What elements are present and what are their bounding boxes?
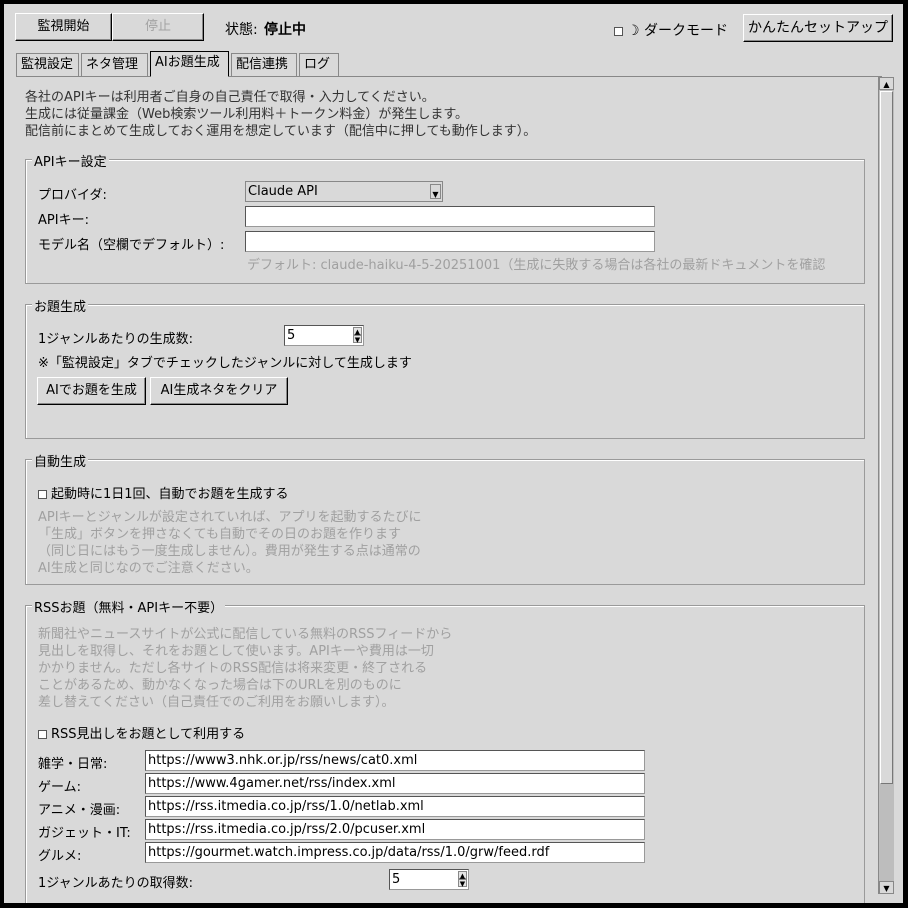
feed-label-gadget: ガジェット・IT: [38, 826, 131, 841]
stop-button[interactable]: 停止 [112, 13, 204, 41]
chevron-down-icon[interactable]: ▼ [430, 184, 441, 199]
tab-monitoring[interactable]: 監視設定 [16, 53, 79, 76]
topic-generation-title: お題生成 [32, 296, 89, 315]
model-label: モデル名（空欄でデフォルト）: [38, 238, 225, 253]
auto-generate-label: 起動時に1日1回、自動でお題を生成する [51, 487, 289, 502]
default-model-hint: デフォルト: claude-haiku-4-5-20251001（生成に失敗する… [247, 258, 826, 273]
feed-label-gourmet: グルメ: [38, 849, 82, 864]
spin-up-icon[interactable]: ▲ [458, 871, 467, 880]
scroll-up-icon[interactable]: ▲ [879, 77, 894, 90]
tab-streaming[interactable]: 配信連携 [231, 53, 297, 76]
app-window: 監視開始 停止 状態: 停止中 ☽ ダークモード かんたんセットアップ 監視設定… [4, 4, 903, 903]
api-key-label: APIキー: [38, 213, 89, 228]
notice-line-1: 各社のAPIキーは利用者ご自身の自己責任で取得・入力してください。 [25, 90, 435, 105]
rss-enable-checkbox[interactable] [38, 730, 47, 739]
dark-mode-toggle[interactable]: ☽ ダークモード [614, 20, 728, 40]
spin-down-icon[interactable]: ▼ [458, 879, 467, 888]
generation-count-value: 5 [287, 328, 296, 343]
spin-up-icon[interactable]: ▲ [353, 327, 362, 336]
auto-generate-toggle[interactable]: 起動時に1日1回、自動でお題を生成する [38, 483, 289, 502]
generation-note: ※「監視設定」タブでチェックしたジャンルに対して生成します [38, 356, 412, 371]
notice-line-2: 生成には従量課金（Web検索ツール利用料＋トークン料金）が発生します。 [25, 107, 469, 122]
tab-material[interactable]: ネタ管理 [81, 53, 148, 76]
api-settings-group: APIキー設定 プロバイダ: Claude API ▼ APIキー: モデル名（… [25, 151, 865, 284]
status-value: 停止中 [264, 22, 306, 38]
api-settings-title: APIキー設定 [32, 151, 109, 170]
model-input[interactable] [245, 231, 655, 252]
tab-log[interactable]: ログ [299, 53, 339, 76]
tab-divider [16, 76, 882, 77]
feed-label-game: ゲーム: [38, 780, 81, 795]
spin-arrows[interactable]: ▲ ▼ [353, 327, 362, 344]
auto-generation-group: 自動生成 起動時に1日1回、自動でお題を生成する APIキーとジャンルが設定され… [25, 451, 865, 585]
rss-enable-toggle[interactable]: RSS見出しをお題として利用する [38, 723, 245, 742]
generation-count-label: 1ジャンルあたりの生成数: [38, 332, 194, 347]
dark-mode-label: ダークモード [644, 23, 729, 39]
topic-generation-group: お題生成 1ジャンルあたりの生成数: 5 ▲ ▼ ※「監視設定」タブでチェックした… [25, 296, 865, 439]
feed-url-gourmet[interactable]: https://gourmet.watch.impress.co.jp/data… [145, 842, 645, 863]
fetch-count-label: 1ジャンルあたりの取得数: [38, 876, 194, 891]
dark-mode-checkbox[interactable] [614, 26, 623, 36]
start-monitoring-button[interactable]: 監視開始 [15, 13, 112, 41]
scrollbar-thumb[interactable] [880, 91, 893, 784]
rss-enable-label: RSS見出しをお題として利用する [51, 727, 246, 742]
tab-ai-topics[interactable]: AIお題生成 [150, 51, 229, 77]
clear-ai-topics-button[interactable]: AI生成ネタをクリア [150, 377, 288, 405]
auto-generation-title: 自動生成 [32, 451, 89, 470]
fetch-count-value: 5 [392, 872, 401, 887]
feed-url-trivia[interactable]: https://www3.nhk.or.jp/rss/news/cat0.xml [145, 750, 645, 771]
moon-icon: ☽ [627, 23, 640, 39]
auto-generate-checkbox[interactable] [38, 490, 47, 499]
rss-hint: 新聞社やニュースサイトが公式に配信している無料のRSSフィードから 見出しを取得… [38, 627, 453, 710]
spin-arrows[interactable]: ▲ ▼ [458, 871, 467, 888]
generation-count-spinbox[interactable]: 5 ▲ ▼ [284, 325, 364, 346]
provider-value: Claude API [248, 184, 318, 199]
generate-topics-button[interactable]: AIでお題を生成 [37, 377, 146, 405]
status-label: 状態: [225, 22, 258, 38]
feed-url-game[interactable]: https://www.4gamer.net/rss/index.xml [145, 773, 645, 794]
feed-label-trivia: 雑学・日常: [38, 757, 108, 772]
api-key-input[interactable] [245, 206, 655, 227]
fetch-count-spinbox[interactable]: 5 ▲ ▼ [389, 869, 469, 890]
easy-setup-button[interactable]: かんたんセットアップ [743, 14, 893, 42]
rss-title: RSSお題（無料・APIキー不要） [32, 597, 226, 616]
feed-url-gadget[interactable]: https://rss.itmedia.co.jp/rss/2.0/pcuser… [145, 819, 645, 840]
scroll-down-icon[interactable]: ▼ [879, 881, 894, 894]
notice-line-3: 配信前にまとめて生成しておく運用を想定しています（配信中に押しても動作します）。 [25, 124, 537, 139]
vertical-scrollbar[interactable]: ▲ ▼ [878, 77, 894, 894]
rss-group: RSSお題（無料・APIキー不要） 新聞社やニュースサイトが公式に配信している無… [25, 597, 865, 903]
provider-label: プロバイダ: [38, 188, 107, 203]
provider-select[interactable]: Claude API ▼ [245, 181, 443, 202]
feed-label-anime: アニメ・漫画: [38, 803, 121, 818]
spin-down-icon[interactable]: ▼ [353, 335, 362, 344]
auto-generation-hint: APIキーとジャンルが設定されていれば、アプリを起動するたびに 「生成」ボタンを… [38, 510, 422, 576]
feed-url-anime[interactable]: https://rss.itmedia.co.jp/rss/1.0/netlab… [145, 796, 645, 817]
